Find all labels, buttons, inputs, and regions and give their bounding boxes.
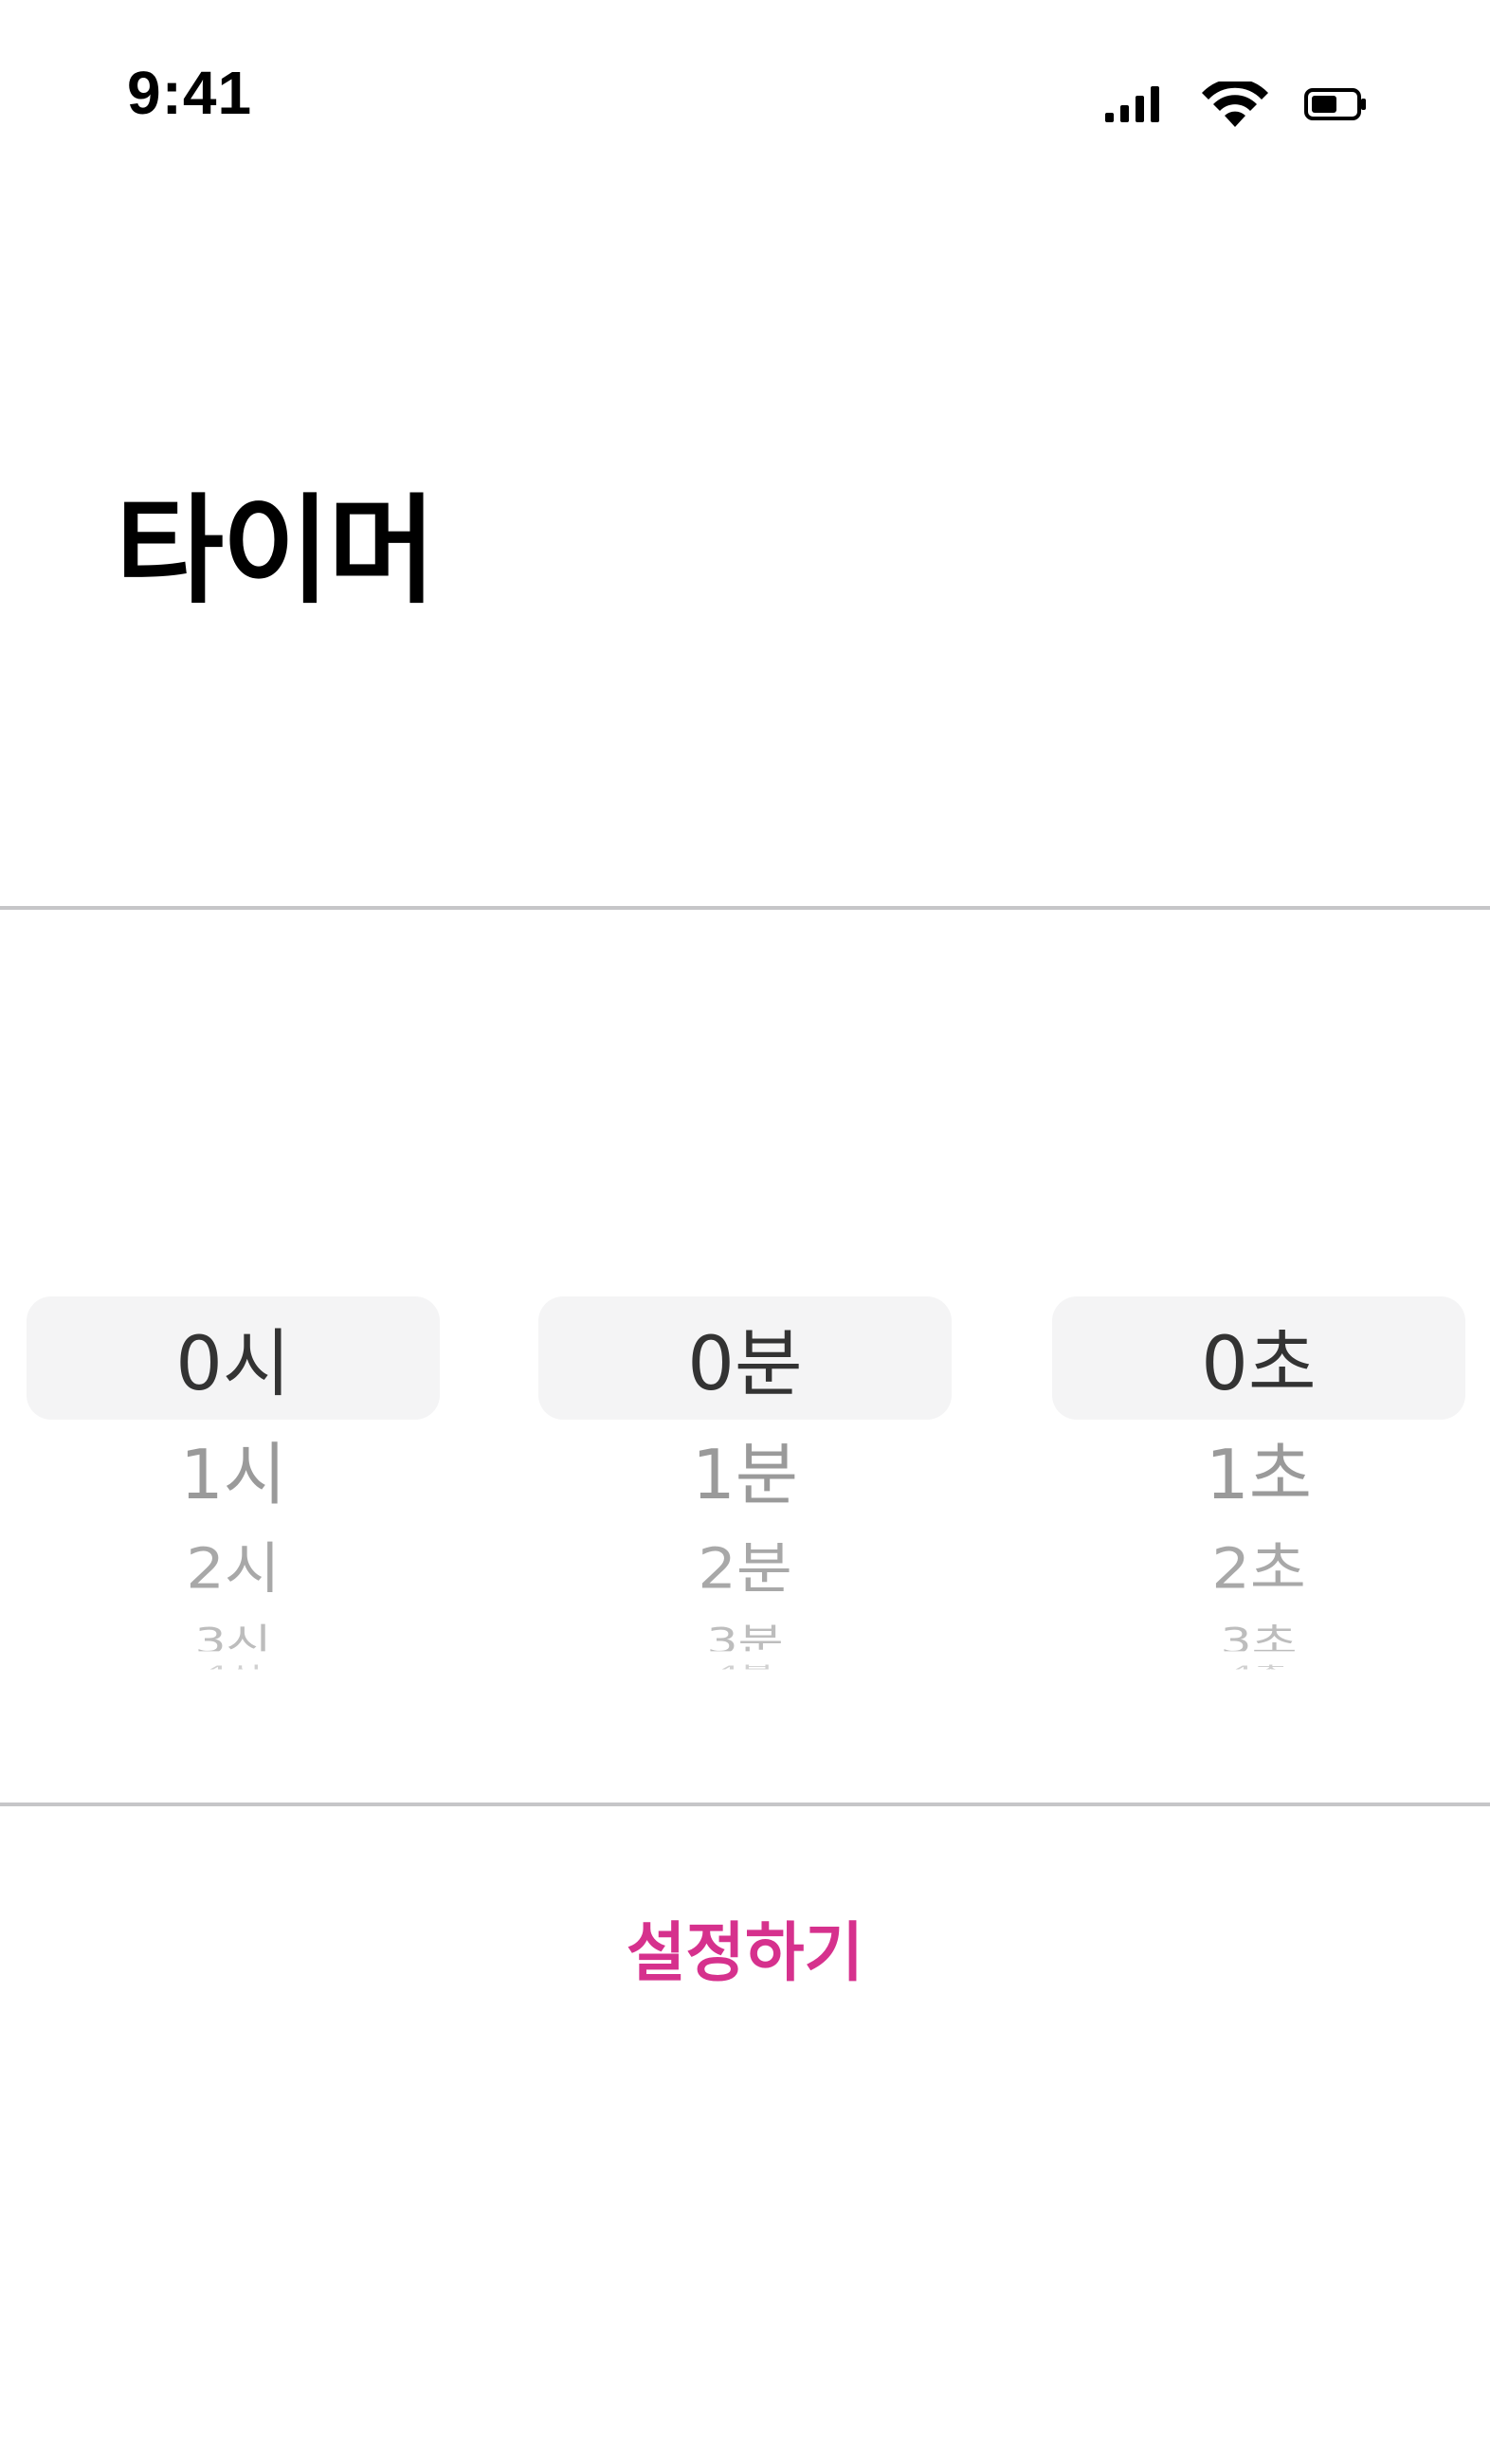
minutes-option[interactable]: 3분	[538, 1624, 952, 1652]
minutes-selected-value[interactable]: 0분	[538, 1296, 952, 1420]
picker-top-divider	[0, 906, 1490, 910]
hours-option[interactable]: 3시	[27, 1624, 440, 1652]
status-icons	[1105, 82, 1367, 127]
minutes-option[interactable]: 2분	[538, 1542, 952, 1598]
hours-wheel[interactable]: 0시 1시 2시 3시 4시	[27, 1289, 440, 1696]
seconds-option[interactable]: 3초	[1052, 1624, 1465, 1652]
battery-icon	[1304, 88, 1366, 120]
minutes-option[interactable]: 4분	[538, 1665, 952, 1670]
page-title: 타이머	[116, 483, 436, 620]
wifi-icon	[1202, 82, 1268, 127]
set-timer-button[interactable]: 설정하기	[0, 1922, 1490, 1986]
hours-option[interactable]: 4시	[27, 1665, 440, 1670]
seconds-selected-value[interactable]: 0초	[1052, 1296, 1465, 1420]
hours-selected-value[interactable]: 0시	[27, 1296, 440, 1420]
seconds-wheel[interactable]: 0초 1초 2초 3초 4초	[1052, 1289, 1465, 1696]
status-time: 9:41	[127, 59, 253, 127]
cellular-signal-icon	[1105, 86, 1159, 122]
picker-bottom-divider	[0, 1803, 1490, 1806]
hours-option[interactable]: 1시	[27, 1440, 440, 1509]
seconds-option[interactable]: 1초	[1052, 1440, 1465, 1509]
minutes-wheel[interactable]: 0분 1분 2분 3분 4분	[538, 1289, 952, 1696]
hours-option[interactable]: 2시	[27, 1542, 440, 1598]
seconds-option[interactable]: 2초	[1052, 1542, 1465, 1598]
time-picker[interactable]: 0시 1시 2시 3시 4시 0분 1분 2분 3분 4분 0초 1초 2초 3…	[0, 1289, 1490, 1696]
minutes-option[interactable]: 1분	[538, 1440, 952, 1509]
status-bar: 9:41	[0, 0, 1490, 208]
seconds-option[interactable]: 4초	[1052, 1665, 1465, 1670]
